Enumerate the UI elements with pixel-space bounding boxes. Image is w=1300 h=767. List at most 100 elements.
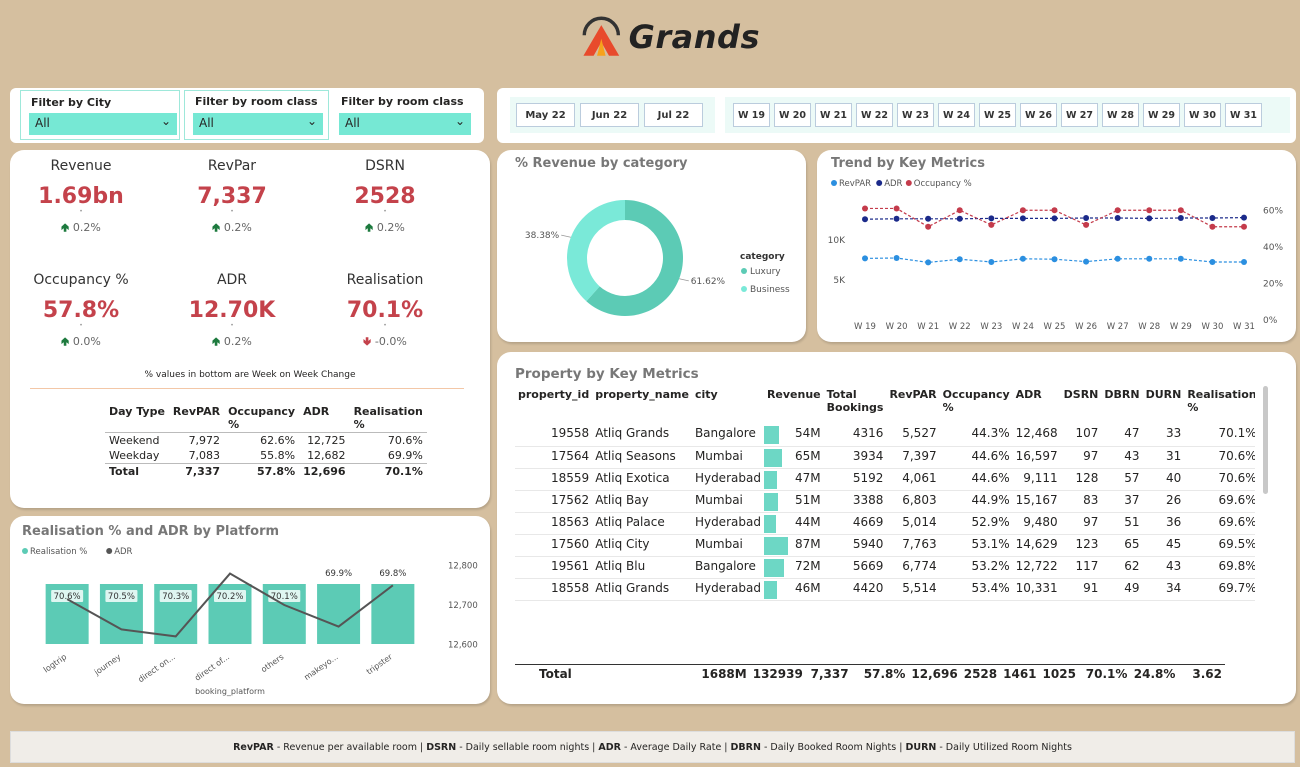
donut-slice-business[interactable] <box>567 200 625 302</box>
data-point[interactable] <box>1241 259 1247 265</box>
column-header[interactable]: RevPAR <box>886 388 939 424</box>
data-point[interactable] <box>1051 207 1058 214</box>
data-point[interactable] <box>862 216 868 223</box>
room-class-filter-2-dropdown[interactable]: All ⌄ <box>339 113 471 135</box>
data-point[interactable] <box>925 259 932 266</box>
bar[interactable] <box>371 584 415 644</box>
week-button[interactable]: W 29 <box>1143 103 1180 127</box>
data-point[interactable] <box>1051 256 1058 263</box>
week-button[interactable]: W 31 <box>1225 103 1262 127</box>
data-point[interactable] <box>862 255 868 262</box>
data-point[interactable] <box>1019 255 1026 262</box>
daytype-header[interactable]: RevPAR <box>169 404 224 433</box>
legend-item[interactable]: Realisation % <box>30 547 87 557</box>
data-point[interactable] <box>862 205 868 212</box>
data-point[interactable] <box>1114 255 1121 262</box>
legend-item[interactable]: ADR <box>884 179 902 189</box>
data-point[interactable] <box>1019 215 1026 222</box>
daytype-header[interactable]: ADR <box>299 404 349 433</box>
week-button[interactable]: W 30 <box>1184 103 1221 127</box>
table-cell: 37 <box>1101 490 1143 513</box>
table-row[interactable]: 19561 Atliq Blu Bangalore 72M 5669 6,774 53.2%… <box>515 556 1255 579</box>
column-header[interactable]: Revenue <box>764 388 824 424</box>
daytype-header[interactable]: Occupancy % <box>224 404 299 433</box>
table-row[interactable]: 18563 Atliq Palace Hyderabad 44M 4669 5,014 52… <box>515 512 1255 535</box>
data-point[interactable] <box>1146 255 1153 262</box>
data-point[interactable] <box>1209 223 1216 230</box>
table-row[interactable]: 18559 Atliq Exotica Hyderabad 47M 5192 4,061 4… <box>515 468 1255 491</box>
data-point[interactable] <box>893 215 900 222</box>
data-point[interactable] <box>1177 207 1184 214</box>
legend-item[interactable]: Luxury <box>750 267 781 277</box>
column-header[interactable]: city <box>692 388 764 424</box>
data-point[interactable] <box>1114 215 1121 221</box>
data-point[interactable] <box>988 259 995 265</box>
data-point[interactable] <box>988 215 995 222</box>
column-header[interactable]: DSRN <box>1061 388 1102 424</box>
data-point[interactable] <box>1177 255 1184 262</box>
data-point[interactable] <box>988 221 995 228</box>
table-row[interactable]: 17560 Atliq City Mumbai 87M 5940 7,763 53.1% 14… <box>515 534 1255 557</box>
week-button[interactable]: W 24 <box>938 103 975 127</box>
data-point[interactable] <box>1209 259 1216 265</box>
data-point[interactable] <box>1019 207 1026 214</box>
city-filter-title: Filter by City <box>31 96 112 109</box>
table-cell: 10,331 <box>1012 578 1061 601</box>
city-filter-dropdown[interactable]: All ⌄ <box>29 113 177 135</box>
week-button[interactable]: W 28 <box>1102 103 1139 127</box>
week-button[interactable]: W 23 <box>897 103 934 127</box>
room-class-filter-dropdown[interactable]: All ⌄ <box>193 113 323 135</box>
table-row[interactable]: 17562 Atliq Bay Mumbai 51M 3388 6,803 44.9% 15,… <box>515 490 1255 513</box>
week-button[interactable]: W 19 <box>733 103 770 127</box>
data-point[interactable] <box>1241 214 1247 221</box>
column-header[interactable]: property_name <box>592 388 692 424</box>
month-button[interactable]: May 22 <box>516 103 575 127</box>
week-button[interactable]: W 22 <box>856 103 893 127</box>
column-header[interactable]: Total Bookings <box>824 388 887 424</box>
property-table-viewport[interactable]: property_id property_name city Revenue Total… <box>515 388 1255 694</box>
data-point[interactable] <box>1083 221 1090 228</box>
data-point[interactable] <box>1177 215 1184 221</box>
daytype-header[interactable]: Realisation % <box>350 404 427 433</box>
legend-item[interactable]: RevPAR <box>839 179 871 189</box>
legend-item[interactable]: Business <box>750 285 790 295</box>
table-row[interactable]: 19558 Atliq Grands Bangalore 54M 4316 5,527 44… <box>515 424 1255 447</box>
week-button[interactable]: W 20 <box>774 103 811 127</box>
data-point[interactable] <box>1146 207 1153 214</box>
column-header[interactable]: ADR <box>1013 388 1061 424</box>
data-point[interactable] <box>1209 215 1216 221</box>
week-button[interactable]: W 26 <box>1020 103 1057 127</box>
column-header[interactable]: DBRN <box>1101 388 1142 424</box>
data-point[interactable] <box>893 255 900 261</box>
table-row[interactable]: 17564 Atliq Seasons Mumbai 65M 3934 7,397 44.6… <box>515 446 1255 469</box>
month-button[interactable]: Jul 22 <box>644 103 703 127</box>
data-point[interactable] <box>1083 258 1090 265</box>
data-point[interactable] <box>1051 215 1058 222</box>
month-button[interactable]: Jun 22 <box>580 103 639 127</box>
week-button[interactable]: W 21 <box>815 103 852 127</box>
x-tick-label: W 23 <box>980 322 1002 332</box>
week-button[interactable]: W 27 <box>1061 103 1098 127</box>
data-point[interactable] <box>956 215 963 222</box>
column-header[interactable]: Occupancy % <box>940 388 1013 424</box>
data-point[interactable] <box>893 205 900 212</box>
data-point[interactable] <box>1241 223 1247 230</box>
column-header[interactable]: Realisation % <box>1184 388 1255 424</box>
table-row[interactable]: 18558 Atliq Grands Hyderabad 46M 4420 5,514 53… <box>515 578 1255 601</box>
legend-item[interactable]: ADR <box>114 547 132 557</box>
daytype-header[interactable]: Day Type <box>105 404 169 433</box>
column-header[interactable]: DURN <box>1143 388 1185 424</box>
data-point[interactable] <box>956 207 963 214</box>
kpi-change-value: 0.0% <box>72 335 101 348</box>
week-button[interactable]: W 25 <box>979 103 1016 127</box>
data-point[interactable] <box>925 223 932 230</box>
table-cell: 43 <box>1142 556 1185 579</box>
data-point[interactable] <box>1083 215 1090 221</box>
data-point[interactable] <box>925 215 932 222</box>
data-point[interactable] <box>1146 215 1153 222</box>
data-point[interactable] <box>1114 207 1121 214</box>
table-scrollbar[interactable] <box>1263 386 1268 494</box>
legend-item[interactable]: Occupancy % <box>914 179 972 189</box>
column-header[interactable]: property_id <box>515 388 592 424</box>
data-point[interactable] <box>956 256 963 263</box>
